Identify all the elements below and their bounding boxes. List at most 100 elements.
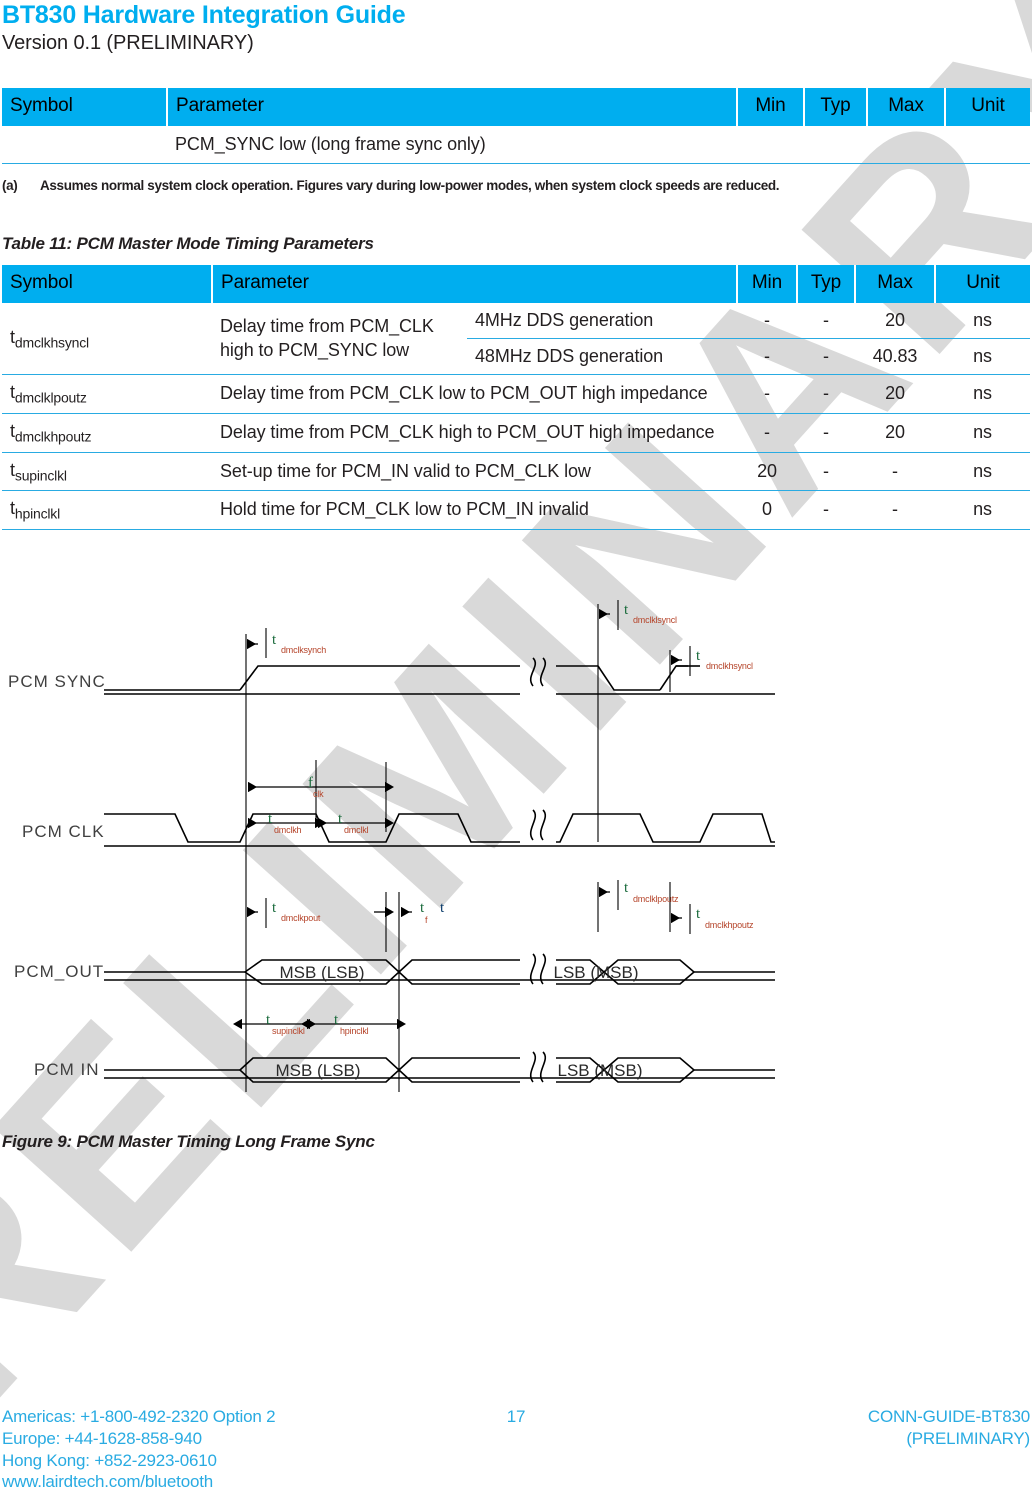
table-header-row: Symbol Parameter Min Typ Max Unit <box>2 265 1030 303</box>
signal-label-pcm-in: PCM IN <box>34 1060 100 1079</box>
symbol-subscript: hpinclkl <box>14 505 60 522</box>
cell-typ <box>804 126 867 165</box>
cell-parameter: Delay time from PCM_CLK high to PCM_OUT … <box>212 413 737 453</box>
cell-typ: - <box>797 303 855 339</box>
footnote-marker: (a) <box>2 178 18 193</box>
waveform-data-label-out-second: LSB (MSB) <box>553 963 638 982</box>
cell-parameter: Set-up time for PCM_IN valid to PCM_CLK … <box>212 452 737 492</box>
annotation-t-dmclkpout: t dmclkpout <box>272 900 321 923</box>
cell-condition: 48MHz DDS generation <box>467 338 737 375</box>
annotation-subscript: hpinclkl <box>340 1026 369 1036</box>
annotation-base: t <box>272 900 277 916</box>
annotation-base: t <box>624 602 629 618</box>
symbol-subscript: dmclkhsyncl <box>14 334 89 351</box>
figure-caption: Figure 9: PCM Master Timing Long Frame S… <box>2 1132 375 1151</box>
signal-label-pcm-out: PCM_OUT <box>14 962 104 981</box>
annotation-subscript: dmclkh <box>274 825 302 835</box>
annotation-base: t <box>696 906 701 922</box>
cell-symbol <box>2 126 167 165</box>
cell-parameter: Delay time from PCM_CLK low to PCM_OUT h… <box>212 374 737 414</box>
annotation-base: t <box>624 880 629 896</box>
cell-unit: ns <box>935 490 1030 530</box>
cell-max: 20 <box>855 303 935 339</box>
cell-typ: - <box>797 490 855 530</box>
cell-typ: - <box>797 338 855 375</box>
annotation-base: t <box>338 811 343 827</box>
annotation-base: t <box>334 1012 339 1028</box>
annotation-subscript: dmclkhpoutz <box>705 920 754 930</box>
cell-symbol: thpinclkl <box>2 490 212 530</box>
annotation-subscript: dmclklsyncl <box>633 615 677 625</box>
annotation-subscript: dmclkpout <box>281 913 321 923</box>
signal-label-pcm-sync: PCM SYNC <box>8 672 106 691</box>
symbol-subscript: dmclkhpoutz <box>14 428 92 445</box>
cell-symbol: tdmclkhsyncl <box>2 303 212 375</box>
table-row: tdmclkhsyncl Delay time from PCM_CLK hig… <box>2 303 1030 375</box>
annotation-base: t <box>272 632 277 648</box>
cell-typ: - <box>797 374 855 414</box>
cell-max <box>867 126 945 165</box>
annotation-base: t <box>440 900 445 916</box>
timing-diagram-svg: PCM SYNC PCM CLK PCM_OUT PCM IN MSB (LSB… <box>8 600 775 1092</box>
table-row: PCM_SYNC low (long frame sync only) <box>2 126 1030 165</box>
footer-contact-europe: Europe: +44-1628-858-940 <box>2 1428 202 1448</box>
annotation-t-dmclklsyncl: t dmclklsyncl <box>624 602 677 625</box>
footer-contact-hongkong: Hong Kong: +852-2923-0610 <box>2 1450 217 1470</box>
column-header-unit: Unit <box>935 265 1030 303</box>
cell-unit: ns <box>935 374 1030 414</box>
column-header-parameter: Parameter <box>212 265 738 303</box>
table-row: tdmclkhpoutz Delay time from PCM_CLK hig… <box>2 413 1030 453</box>
cell-parameter: Hold time for PCM_CLK low to PCM_IN inva… <box>212 490 737 530</box>
cell-min: - <box>737 413 797 453</box>
cell-symbol: tdmclklpoutz <box>2 374 212 414</box>
footer-document-id: CONN-GUIDE-BT830 <box>867 1407 1030 1426</box>
footer-document-status: (PRELIMINARY) <box>906 1428 1030 1448</box>
annotation-t-dmclksynch: t dmclksynch <box>272 632 326 655</box>
cell-symbol: tsupinclkl <box>2 452 212 492</box>
cell-min <box>737 126 804 165</box>
column-header-typ: Typ <box>804 88 868 126</box>
annotation-t-dmclkhpoutz: t dmclkhpoutz <box>696 906 754 930</box>
table11-caption: Table 11: PCM Master Mode Timing Paramet… <box>2 234 374 253</box>
cell-typ: - <box>797 452 855 492</box>
annotation-t-dmclkhsyncl: t dmclkhsyncl <box>696 648 753 671</box>
table-footnote: (a) Assumes normal system clock operation… <box>2 178 780 193</box>
cell-min: 0 <box>737 490 797 530</box>
cell-unit: ns <box>935 303 1030 339</box>
annotation-base: t <box>420 900 425 916</box>
cell-typ: - <box>797 413 855 453</box>
cell-max: 20 <box>855 413 935 453</box>
cell-unit: ns <box>935 452 1030 492</box>
column-header-typ: Typ <box>797 265 856 303</box>
table-row: tsupinclkl Set-up time for PCM_IN valid … <box>2 452 1030 492</box>
footer-website-link[interactable]: www.lairdtech.com/bluetooth <box>2 1471 275 1493</box>
table-header-row: Symbol Parameter Min Typ Max Unit <box>2 88 1030 126</box>
cell-max: 20 <box>855 374 935 414</box>
symbol-subscript: supinclkl <box>14 467 67 484</box>
annotation-subscript: dmclkhsyncl <box>706 661 753 671</box>
column-header-unit: Unit <box>945 88 1030 126</box>
cell-max: 40.83 <box>855 338 935 375</box>
timing-diagram-figure: PCM SYNC PCM CLK PCM_OUT PCM IN MSB (LSB… <box>0 592 1032 1122</box>
document-header: BT830 Hardware Integration Guide Version… <box>0 0 1032 55</box>
annotation-t-f: t f <box>420 900 428 925</box>
table-row: thpinclkl Hold time for PCM_CLK low to P… <box>2 490 1030 530</box>
table11-pcm-master-timing: Symbol Parameter Min Typ Max Unit tdmclk… <box>2 265 1030 530</box>
cell-parameter: Delay time from PCM_CLK high to PCM_SYNC… <box>212 303 467 375</box>
annotation-t-rise: t <box>440 900 445 916</box>
annotation-subscript: dmclksynch <box>281 645 326 655</box>
footer-docid-block: CONN-GUIDE-BT830 (PRELIMINARY) <box>868 1406 1030 1450</box>
cell-condition: 4MHz DDS generation <box>467 303 737 339</box>
cell-unit <box>945 126 1030 165</box>
annotation-subscript: f <box>425 915 428 925</box>
cell-symbol: tdmclkhpoutz <box>2 413 212 453</box>
document-version: Version 0.1 (PRELIMINARY) <box>2 32 254 55</box>
column-header-max: Max <box>867 88 946 126</box>
cell-max: - <box>855 490 935 530</box>
footnote-text: Assumes normal system clock operation. F… <box>40 178 780 193</box>
annotation-subscript: dmclkl <box>344 825 369 835</box>
column-header-max: Max <box>855 265 936 303</box>
table-row: tdmclklpoutz Delay time from PCM_CLK low… <box>2 374 1030 414</box>
cell-min: - <box>737 338 797 375</box>
annotation-base: t <box>266 1012 271 1028</box>
